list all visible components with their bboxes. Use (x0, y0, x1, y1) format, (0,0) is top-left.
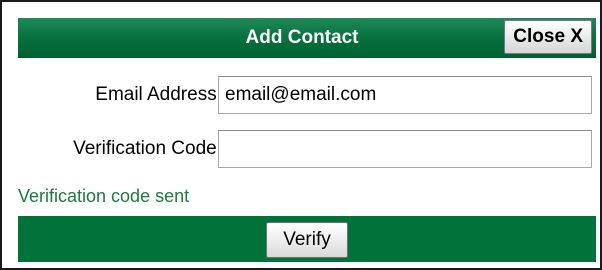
verification-code-field[interactable] (218, 130, 592, 168)
email-label: Email Address: (95, 84, 222, 105)
verify-button[interactable]: Verify (266, 222, 348, 258)
verification-code-row: Verification Code: (18, 128, 596, 170)
close-button[interactable]: Close X (504, 20, 592, 54)
email-row: Email Address: (18, 74, 596, 116)
verification-code-label: Verification Code: (73, 138, 222, 159)
status-message: Verification code sent (18, 186, 190, 206)
add-contact-dialog: Add Contact Close X Email Address: Verif… (0, 0, 602, 270)
dialog-header: Add Contact Close X (18, 18, 596, 58)
email-field[interactable] (218, 76, 592, 114)
dialog-footer: Verify (18, 216, 596, 262)
